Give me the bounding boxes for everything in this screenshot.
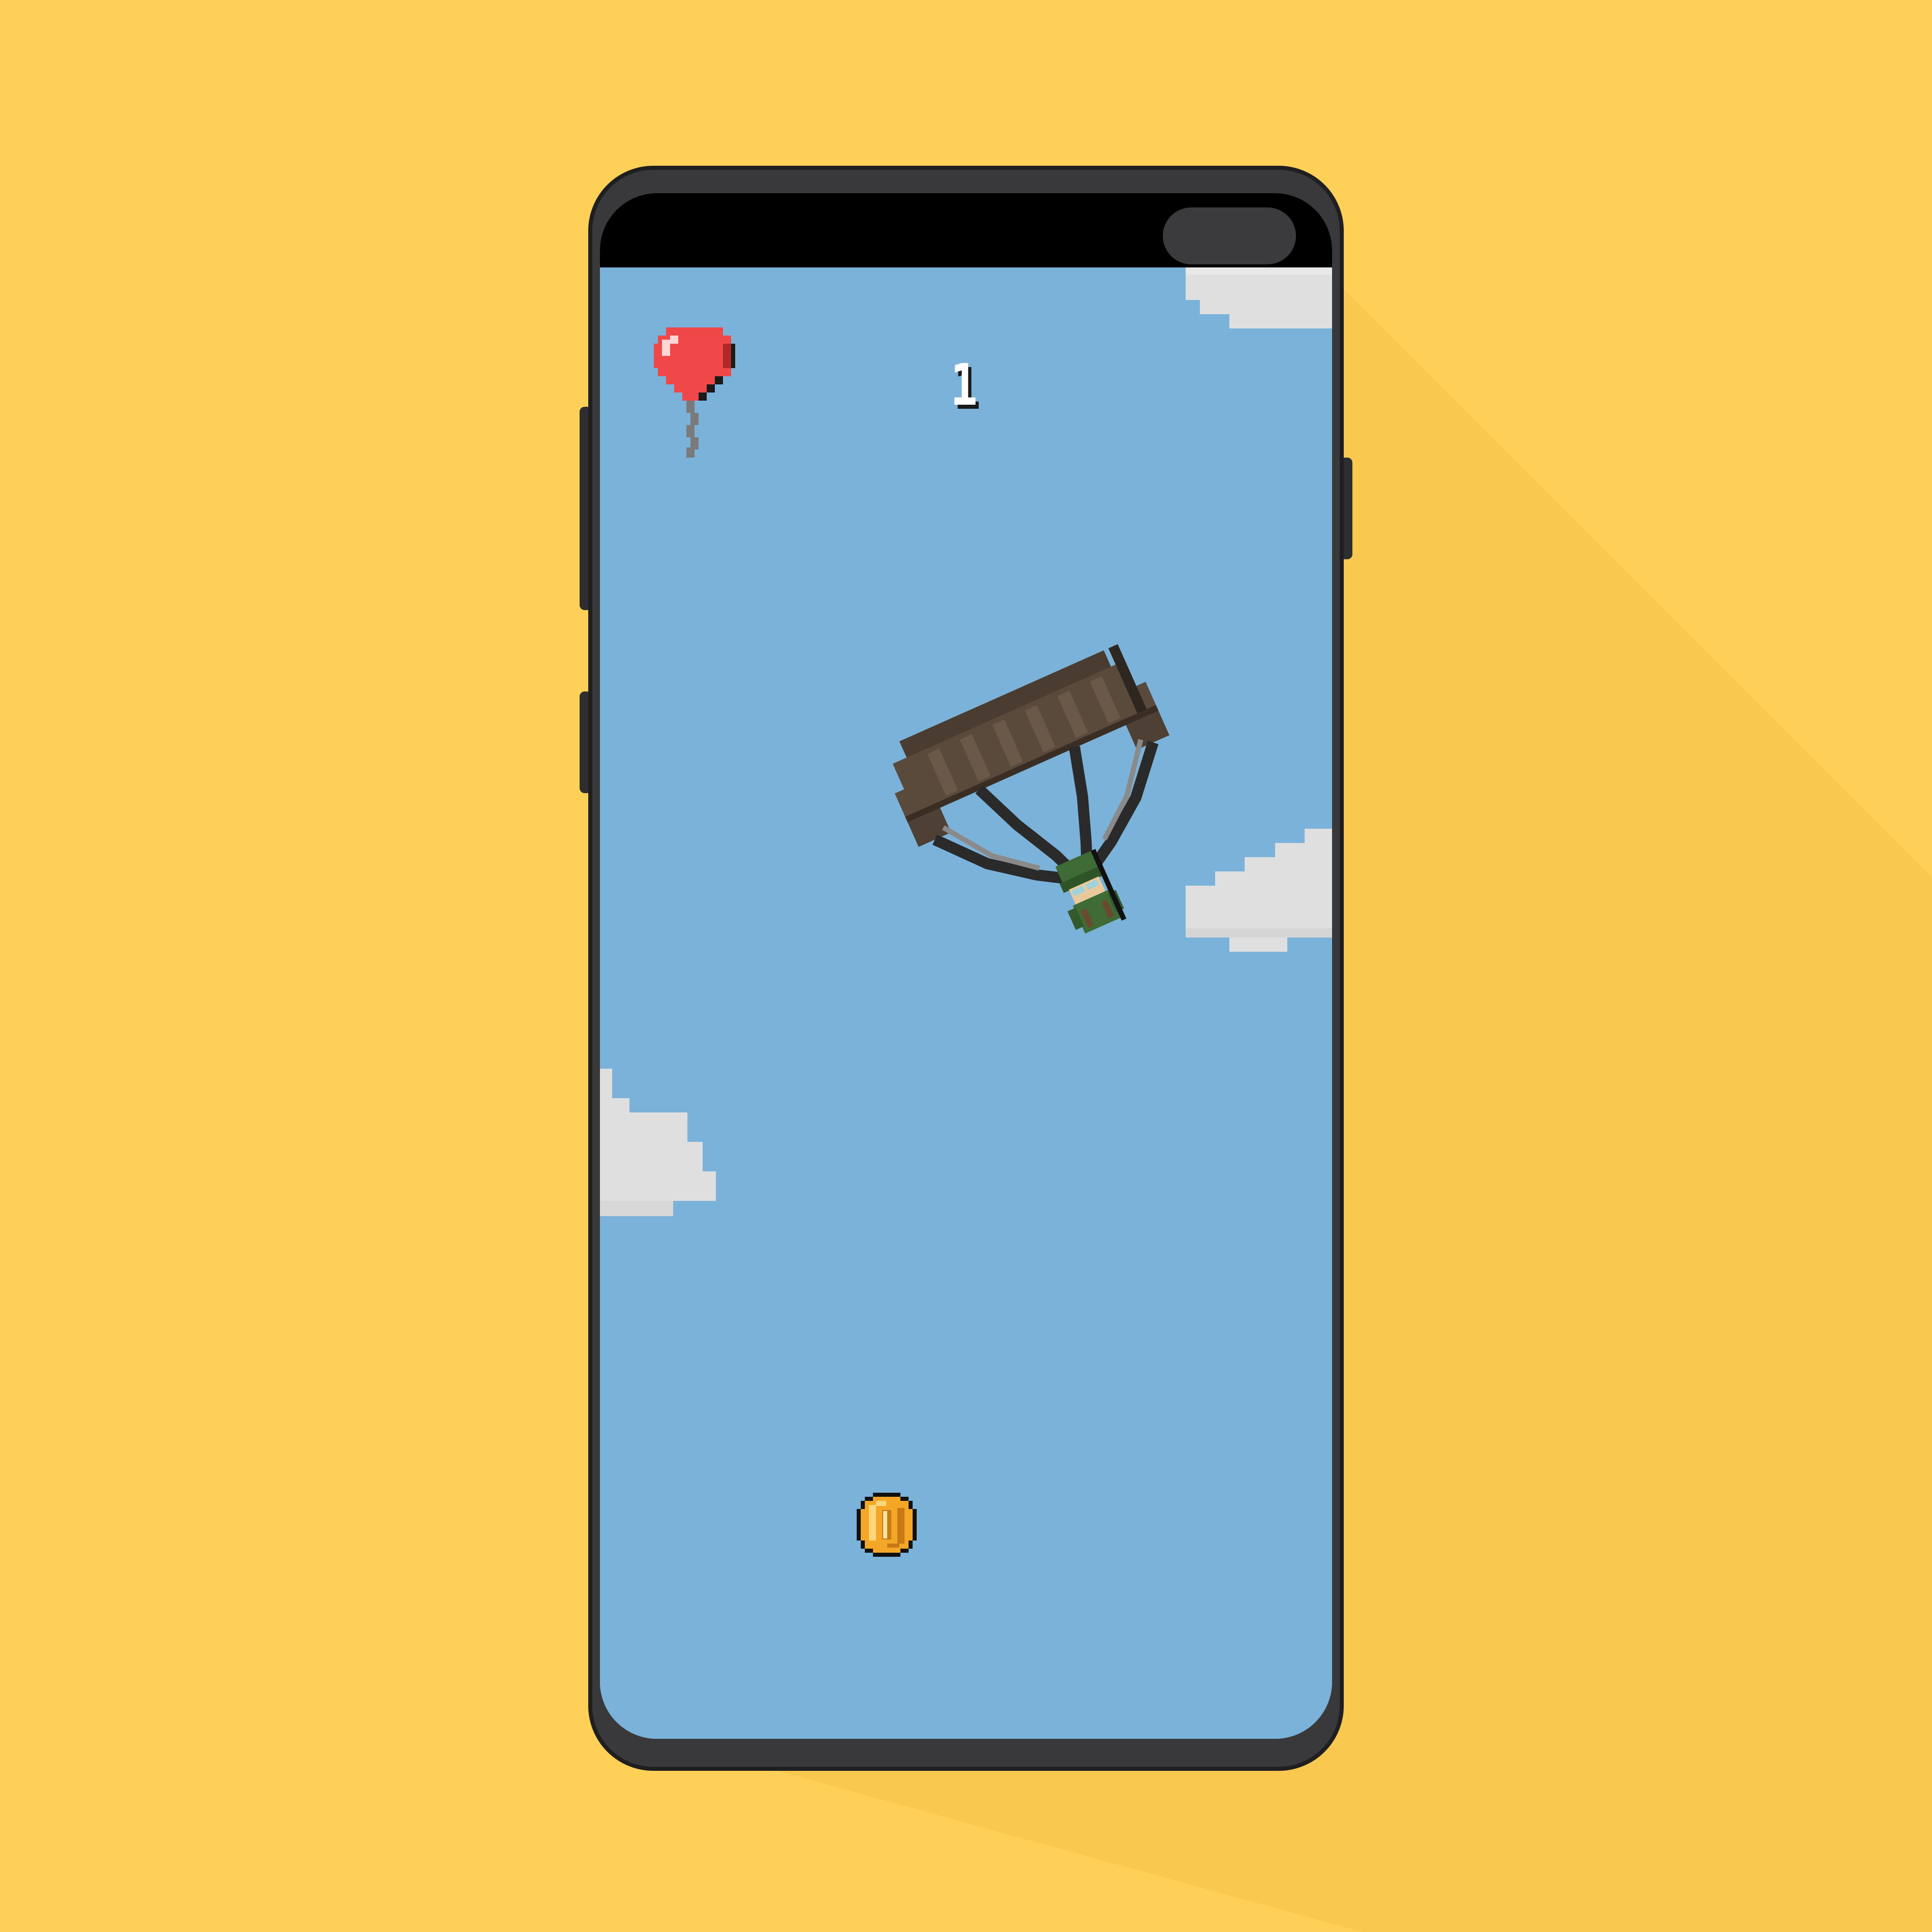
status-bar xyxy=(600,193,1332,267)
gold-coin-icon[interactable] xyxy=(857,1493,917,1557)
cloud-top-right xyxy=(1186,267,1332,328)
front-camera-icon xyxy=(1163,207,1296,264)
score-counter: 1 xyxy=(950,352,978,418)
game-showcase: 1 xyxy=(0,0,1932,1932)
cloud-right xyxy=(1186,829,1332,952)
cloud-left xyxy=(600,1069,716,1216)
game-canvas[interactable]: 1 xyxy=(600,267,1332,1739)
paratrooper-player[interactable] xyxy=(869,614,1195,940)
phone-screen[interactable]: 1 xyxy=(600,193,1332,1739)
